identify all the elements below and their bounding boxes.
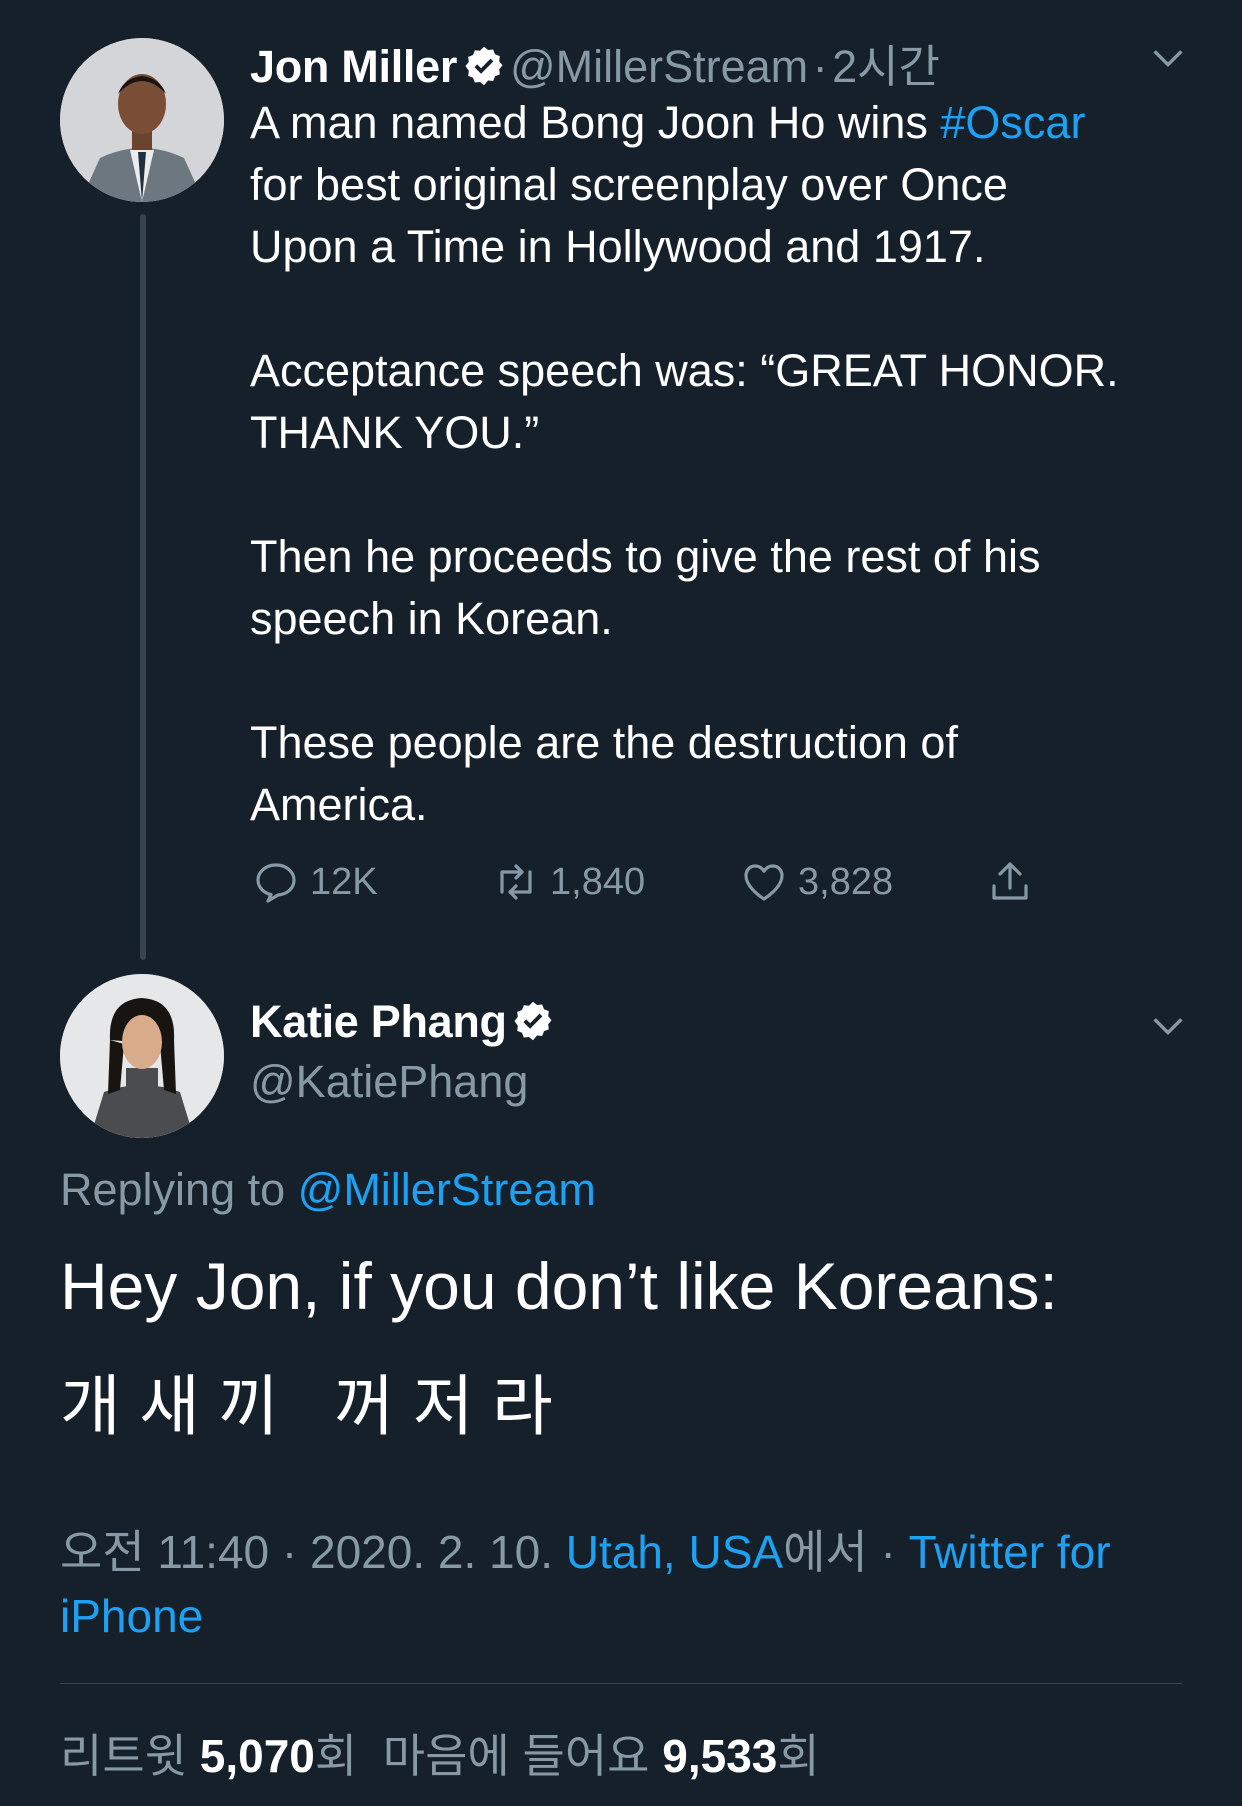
tweet1-header: Jon Miller @MillerStream · 2시간 xyxy=(250,30,940,95)
reply-button[interactable]: 12K xyxy=(252,858,378,906)
retweet-button[interactable]: 1,840 xyxy=(492,858,645,906)
avatar-image xyxy=(60,974,224,1138)
like-count: 3,828 xyxy=(798,860,894,903)
divider xyxy=(60,1683,1182,1684)
separator: · xyxy=(812,41,828,92)
share-icon xyxy=(992,862,1028,900)
tweet2-author-line: Katie Phang xyxy=(250,996,555,1048)
likes-count[interactable]: 9,533 xyxy=(662,1730,777,1782)
engagement-stats: 리트윗 5,070회 마음에 들어요 9,533회 xyxy=(60,1720,820,1786)
retweets-count[interactable]: 5,070 xyxy=(200,1730,315,1782)
verified-badge-icon xyxy=(514,1001,552,1041)
tweet-time[interactable]: 2시간 xyxy=(832,41,940,92)
retweets-label: 리트윗 xyxy=(60,1730,200,1782)
verified-badge-icon xyxy=(464,46,503,86)
author-name[interactable]: Katie Phang xyxy=(250,996,507,1047)
retweets-unit: 회 xyxy=(314,1730,383,1782)
likes-unit: 회 xyxy=(777,1730,820,1782)
author-handle[interactable]: @MillerStream xyxy=(510,41,808,92)
replying-to-link[interactable]: @MillerStream xyxy=(298,1164,596,1215)
replying-label: Replying to xyxy=(60,1164,298,1215)
author-handle[interactable]: @KatiePhang xyxy=(250,1056,528,1108)
tweet-text-part: A man named Bong Joon Ho wins xyxy=(250,97,941,148)
tweet2-text-line2: 개 새 끼 꺼 저 라 xyxy=(60,1369,553,1443)
tweet-text-part: for best original screenplay over Once U… xyxy=(250,159,1119,830)
avatar-jon-miller[interactable] xyxy=(60,38,224,202)
author-name[interactable]: Jon Miller xyxy=(250,41,457,92)
retweet-count: 1,840 xyxy=(550,860,646,903)
location-suffix: 에서 · xyxy=(783,1526,909,1578)
replying-to: Replying to @MillerStream xyxy=(60,1164,596,1216)
thread-line xyxy=(140,214,146,960)
tweet-meta: 오전 11:40 · 2020. 2. 10. Utah, USA에서 · Tw… xyxy=(60,1520,1180,1648)
likes-label: 마음에 들어요 xyxy=(382,1730,663,1782)
hashtag-link[interactable]: #Oscar xyxy=(940,97,1085,148)
like-button[interactable]: 3,828 xyxy=(740,858,893,906)
tweet2-text-line1: Hey Jon, if you don’t like Koreans: xyxy=(60,1249,1058,1323)
chevron-down-icon[interactable] xyxy=(1148,38,1188,78)
avatar-katie-phang[interactable] xyxy=(60,974,224,1138)
reply-count: 12K xyxy=(310,860,378,903)
avatar-image xyxy=(60,38,224,202)
location-link[interactable]: Utah, USA xyxy=(566,1526,783,1578)
chevron-down-icon[interactable] xyxy=(1148,1006,1188,1046)
retweet-icon xyxy=(500,864,532,900)
tweet1-text: A man named Bong Joon Ho wins #Oscar for… xyxy=(250,92,1210,836)
timestamp[interactable]: 오전 11:40 · 2020. 2. 10. xyxy=(60,1526,566,1578)
share-button[interactable] xyxy=(986,858,1034,906)
reply-icon xyxy=(256,863,296,903)
like-icon xyxy=(744,864,784,901)
